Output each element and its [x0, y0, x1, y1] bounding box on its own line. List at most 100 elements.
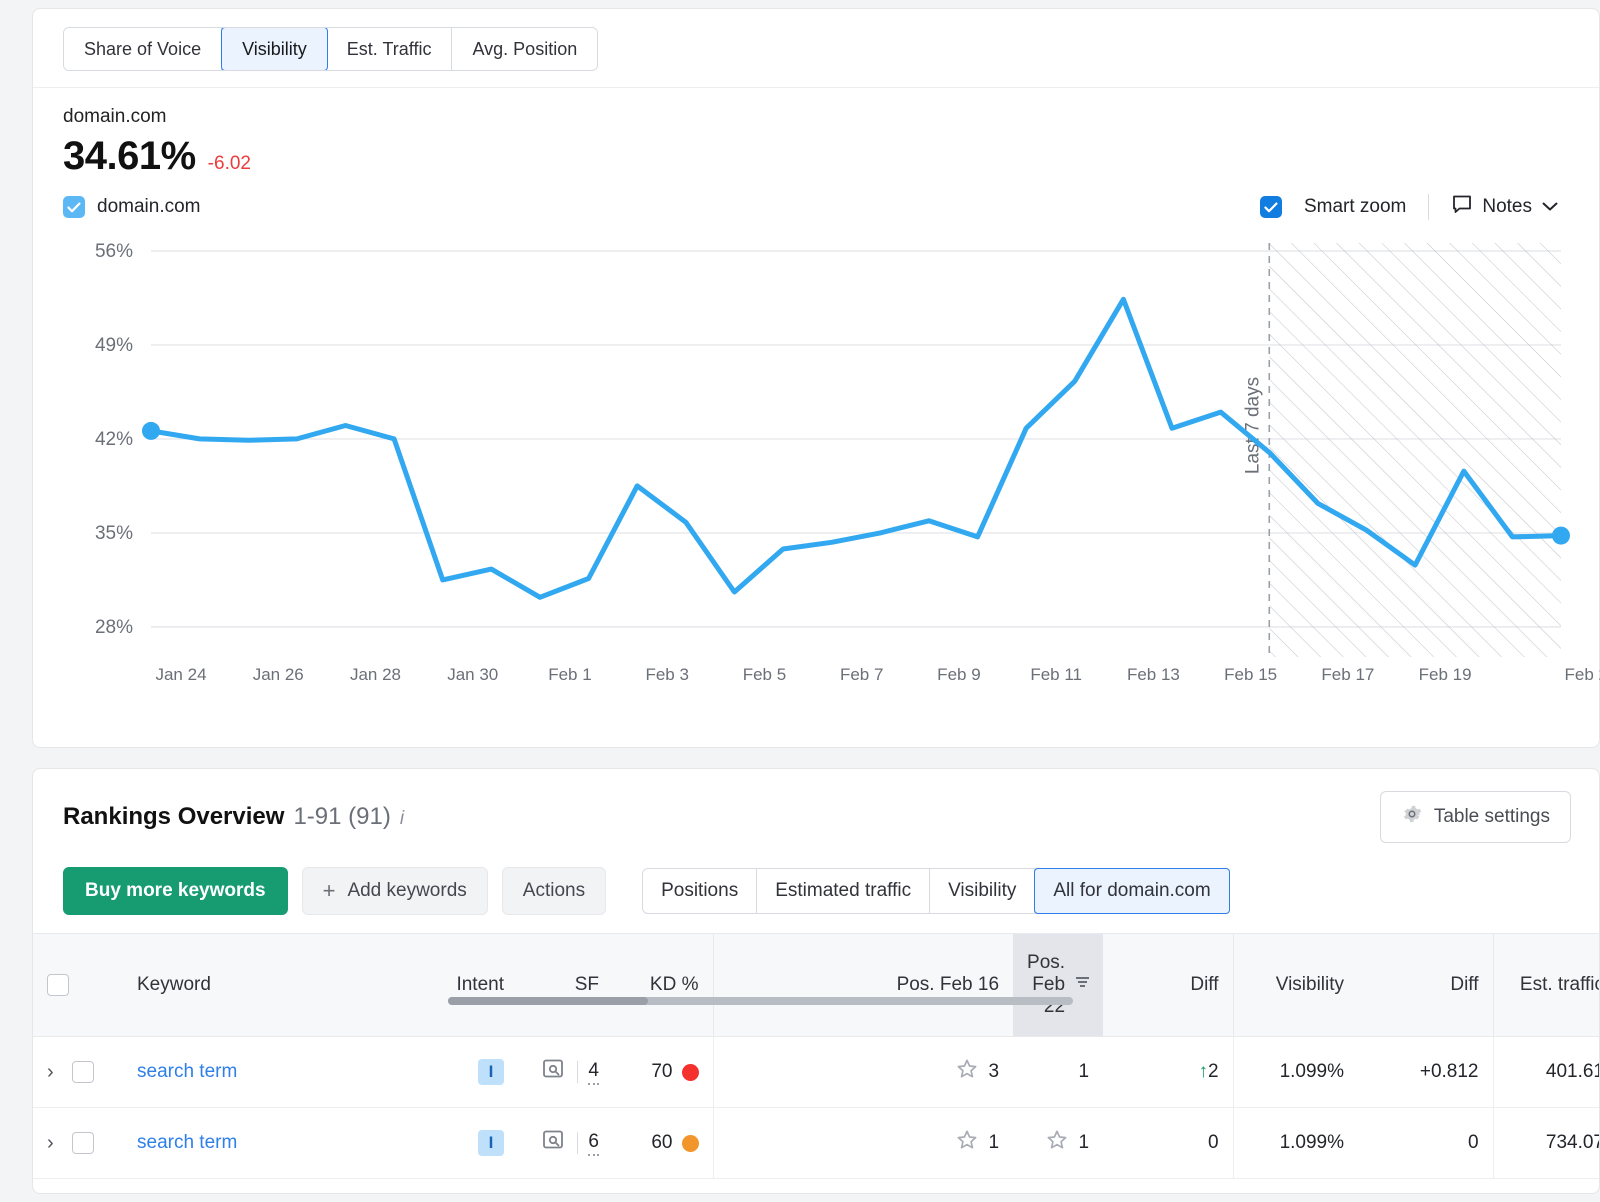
smart-zoom-checkbox[interactable]	[1260, 196, 1282, 218]
expand-row-icon[interactable]: ›	[47, 1132, 54, 1155]
sf-count: 4	[588, 1060, 599, 1085]
cell-visibility: 1.099%	[1233, 1037, 1358, 1108]
svg-text:56%: 56%	[95, 241, 133, 262]
table-row[interactable]: ›search termI47031↑21.099%+0.812401.61+2…	[33, 1037, 1600, 1108]
view-all-for-domain[interactable]: All for domain.com	[1034, 868, 1229, 914]
add-keywords-label: Add keywords	[347, 880, 466, 902]
cell-diff-position: ↑2	[1103, 1037, 1233, 1108]
cell-est-traffic: 401.61	[1493, 1037, 1600, 1108]
rankings-title-group: Rankings Overview 1-91 (91) i	[63, 803, 404, 831]
row-checkbox[interactable]	[72, 1132, 94, 1154]
select-all-header	[33, 934, 123, 1037]
add-keywords-button[interactable]: + Add keywords	[302, 867, 488, 915]
row-select-cell: ›	[33, 1108, 123, 1179]
x-tick-label: Feb 22	[1565, 665, 1600, 685]
cell-pos-feb-22: 1	[1013, 1037, 1103, 1108]
pos-feb-22-value: 1	[1078, 1132, 1089, 1154]
kpi-delta: -6.02	[208, 153, 251, 175]
cell-est-traffic: 734.07	[1493, 1108, 1600, 1179]
view-visibility[interactable]: Visibility	[930, 869, 1035, 913]
info-icon[interactable]: i	[400, 808, 404, 830]
cell-pos-feb-16: 3	[713, 1037, 1013, 1108]
serp-features-icon[interactable]	[541, 1128, 567, 1158]
x-tick-label: Feb 5	[743, 665, 786, 685]
pos-feb-16-value: 3	[988, 1061, 999, 1083]
sort-icon	[1074, 974, 1092, 996]
smart-zoom-label: Smart zoom	[1304, 196, 1406, 218]
col-est-traffic[interactable]: Est. traffic	[1493, 934, 1600, 1037]
chevron-down-icon	[1541, 196, 1559, 218]
cell-sf: 4	[518, 1037, 613, 1108]
tab-share-of-voice[interactable]: Share of Voice	[64, 28, 222, 70]
pos-feb-22-value: 1	[1078, 1061, 1089, 1083]
keyword-link[interactable]: search term	[137, 1132, 237, 1153]
x-tick-label: Feb 17	[1321, 665, 1374, 685]
rankings-overview-card: Rankings Overview 1-91 (91) i Table sett…	[32, 768, 1600, 1194]
gear-icon	[1401, 803, 1423, 831]
page-title: Rankings Overview	[63, 803, 284, 831]
series-checkbox[interactable]	[63, 196, 85, 218]
view-estimated-traffic[interactable]: Estimated traffic	[757, 869, 930, 913]
x-tick-label: Feb 3	[645, 665, 688, 685]
cell-pos-feb-22: 1	[1013, 1108, 1103, 1179]
x-tick-label: Jan 30	[447, 665, 498, 685]
col-visibility[interactable]: Visibility	[1233, 934, 1358, 1037]
table-settings-button[interactable]: Table settings	[1380, 791, 1571, 843]
col-sf[interactable]: SF	[518, 934, 613, 1037]
kd-value: 60	[651, 1132, 672, 1154]
cell-keyword[interactable]: search term	[123, 1037, 423, 1108]
cell-keyword[interactable]: search term	[123, 1108, 423, 1179]
intent-badge[interactable]: I	[478, 1130, 504, 1156]
view-positions[interactable]: Positions	[643, 869, 757, 913]
cell-intent: I	[423, 1108, 518, 1179]
chart-y-axis-labels: 56%49%42%35%28%	[95, 241, 133, 638]
x-tick-label: Feb 13	[1127, 665, 1180, 685]
cell-pos-feb-16: 1	[713, 1108, 1013, 1179]
series-end-marker	[1552, 527, 1570, 545]
row-select-cell: ›	[33, 1037, 123, 1108]
serp-star-icon	[955, 1128, 979, 1158]
last-7-days-label: Last 7 days	[1242, 377, 1263, 474]
select-all-checkbox[interactable]	[47, 974, 69, 996]
sf-divider	[577, 1132, 578, 1154]
table-settings-label: Table settings	[1434, 806, 1550, 828]
chart-tab-group: Share of Voice Visibility Est. Traffic A…	[63, 27, 598, 71]
kd-difficulty-dot	[682, 1135, 699, 1152]
last-7-days-shaded-region	[1269, 243, 1561, 657]
tab-avg-position[interactable]: Avg. Position	[452, 28, 597, 70]
diff-position-value: 2	[1208, 1061, 1219, 1082]
plus-icon: +	[323, 880, 336, 902]
serp-star-icon	[955, 1057, 979, 1087]
col-intent[interactable]: Intent	[423, 934, 518, 1037]
col-diff-visibility[interactable]: Diff	[1358, 934, 1493, 1037]
x-tick-label: Feb 7	[840, 665, 883, 685]
tab-visibility[interactable]: Visibility	[221, 27, 328, 71]
rankings-count: 1-91 (91)	[293, 803, 390, 831]
x-tick-label: Feb 11	[1030, 665, 1082, 685]
row-checkbox[interactable]	[72, 1061, 94, 1083]
table-row[interactable]: ›search termI6601101.099%0734.07060,500	[33, 1108, 1600, 1179]
plot-svg: 56%49%42%35%28% Last 7 days	[63, 237, 1571, 657]
buy-more-keywords-button[interactable]: Buy more keywords	[63, 867, 288, 915]
tab-est-traffic[interactable]: Est. Traffic	[327, 28, 453, 70]
serp-features-icon[interactable]	[541, 1057, 567, 1087]
rankings-header: Rankings Overview 1-91 (91) i Table sett…	[33, 769, 1599, 861]
col-pos-feb-16[interactable]: Pos. Feb 16	[713, 934, 1013, 1037]
serp-star-icon	[1045, 1128, 1069, 1158]
expand-row-icon[interactable]: ›	[47, 1061, 54, 1084]
notes-label: Notes	[1482, 196, 1532, 218]
actions-button[interactable]: Actions	[502, 867, 606, 915]
notes-button[interactable]: Notes	[1451, 193, 1559, 221]
col-pos-feb-22[interactable]: Pos. Feb 22	[1013, 934, 1103, 1037]
pos-feb-16-value: 1	[988, 1132, 999, 1154]
intent-badge[interactable]: I	[478, 1059, 504, 1085]
col-diff-position[interactable]: Diff	[1103, 934, 1233, 1037]
x-tick-label: Jan 26	[253, 665, 304, 685]
cell-kd: 70	[613, 1037, 713, 1108]
table-horizontal-scrollbar[interactable]	[448, 997, 1073, 1005]
col-kd[interactable]: KD %	[613, 934, 713, 1037]
rankings-table-body: ›search termI47031↑21.099%+0.812401.61+2…	[33, 1037, 1600, 1179]
scrollbar-thumb[interactable]	[448, 997, 648, 1005]
col-keyword[interactable]: Keyword	[123, 934, 423, 1037]
keyword-link[interactable]: search term	[137, 1061, 237, 1082]
